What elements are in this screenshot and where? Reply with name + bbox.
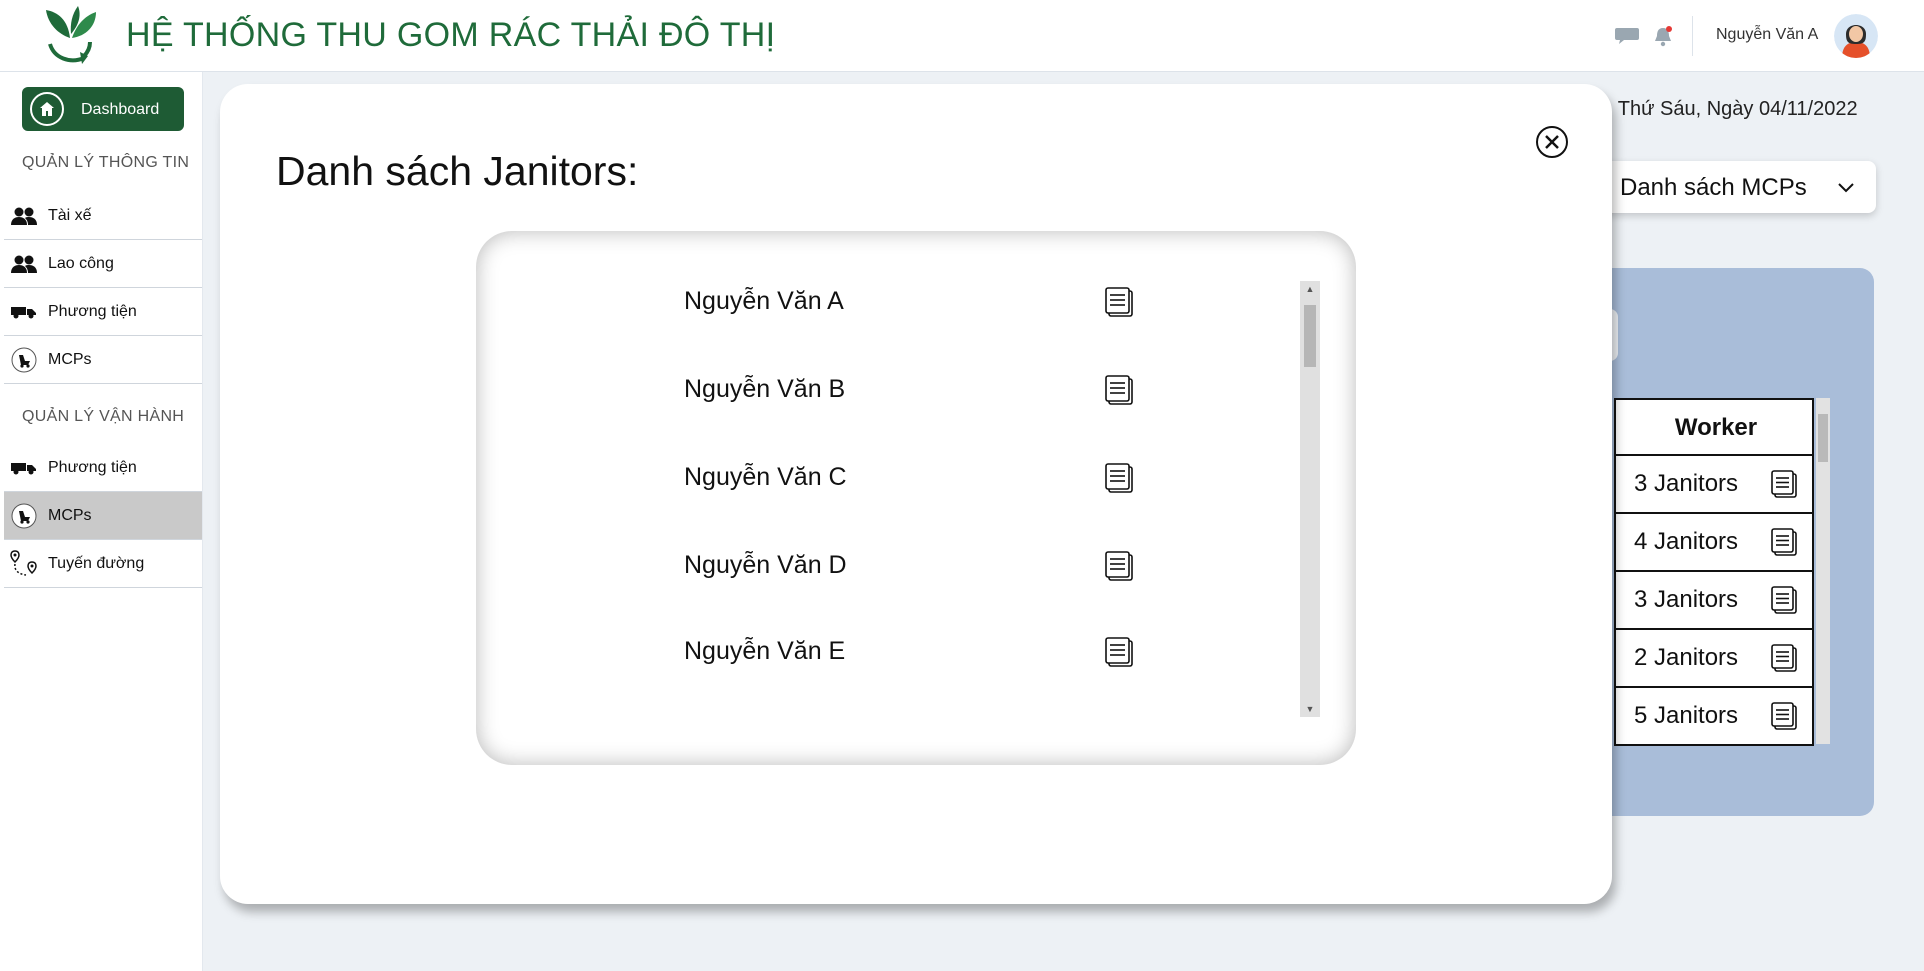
document-list-icon[interactable]	[1104, 462, 1134, 494]
route-icon	[10, 549, 38, 578]
janitor-list: Nguyễn Văn A Nguyễn Văn B Nguyễn Văn C N…	[476, 231, 1356, 765]
janitor-name: Nguyễn Văn B	[684, 375, 846, 403]
recycle-leaf-logo-icon	[46, 6, 96, 64]
sidebar-item-mcps-info[interactable]: MCPs	[4, 336, 202, 384]
sidebar-item-routes[interactable]: Tuyến đường	[4, 540, 202, 588]
sidebar-item-vehicles-info[interactable]: Phương tiện	[4, 288, 202, 336]
list-item: Nguyễn Văn A	[476, 277, 1356, 327]
users-icon	[10, 250, 38, 278]
janitor-list-modal: Danh sách Janitors: Nguyễn Văn A Nguyễn …	[220, 84, 1612, 904]
dashboard-button[interactable]: Dashboard	[22, 87, 184, 131]
chat-icon[interactable]	[1614, 26, 1640, 46]
sidebar-item-label: MCPs	[48, 350, 92, 368]
document-list-icon[interactable]	[1770, 701, 1798, 731]
home-icon	[30, 92, 64, 126]
sidebar-item-vehicles-ops[interactable]: Phương tiện	[4, 444, 202, 492]
worker-count: 4 Janitors	[1634, 528, 1739, 555]
table-row: 3 Janitors	[1614, 572, 1814, 630]
truck-icon	[10, 298, 38, 326]
worker-column-header: Worker	[1674, 414, 1758, 441]
header-divider	[1692, 16, 1693, 56]
document-list-icon[interactable]	[1104, 286, 1134, 318]
mcp-icon	[10, 502, 38, 530]
list-item: Nguyễn Văn D	[476, 541, 1356, 591]
mcp-icon	[10, 346, 38, 374]
document-list-icon[interactable]	[1104, 636, 1134, 668]
worker-count: 5 Janitors	[1634, 702, 1739, 729]
list-scrollbar[interactable]: ▲ ▼	[1300, 281, 1320, 717]
bell-icon[interactable]	[1652, 24, 1674, 48]
janitor-name: Nguyễn Văn C	[684, 463, 847, 491]
sidebar: Dashboard QUẢN LÝ THÔNG TIN Tài xế Lao c…	[0, 72, 203, 971]
section-title-ops: QUẢN LÝ VẬN HÀNH	[22, 408, 185, 425]
sidebar-item-label: Phương tiện	[48, 302, 137, 320]
close-button[interactable]	[1536, 126, 1568, 158]
document-list-icon[interactable]	[1104, 550, 1134, 582]
janitor-name: Nguyễn Văn D	[684, 551, 847, 579]
sidebar-item-label: Phương tiện	[48, 458, 137, 476]
table-scrollbar[interactable]	[1816, 398, 1830, 744]
worker-count: 3 Janitors	[1634, 586, 1739, 613]
modal-title: Danh sách Janitors:	[276, 148, 639, 194]
janitor-name: Nguyễn Văn E	[684, 637, 846, 665]
mcp-list-dropdown[interactable]: Danh sách MCPs	[1590, 161, 1876, 213]
sidebar-item-label: MCPs	[48, 506, 92, 524]
top-header: HỆ THỐNG THU GOM RÁC THẢI ĐÔ THỊ Nguyễn …	[0, 0, 1924, 72]
scroll-down-arrow-icon[interactable]: ▼	[1300, 701, 1320, 717]
scrollbar-thumb[interactable]	[1818, 414, 1828, 462]
table-row: 4 Janitors	[1614, 514, 1814, 572]
table-row: 5 Janitors	[1614, 688, 1814, 746]
list-item: Nguyễn Văn C	[476, 453, 1356, 503]
users-icon	[10, 202, 38, 230]
sidebar-item-label: Lao công	[48, 254, 114, 272]
worker-count: 2 Janitors	[1634, 644, 1739, 671]
scroll-up-arrow-icon[interactable]: ▲	[1300, 281, 1320, 297]
truck-icon	[10, 454, 38, 482]
document-list-icon[interactable]	[1770, 585, 1798, 615]
sidebar-item-label: Tài xế	[48, 206, 92, 224]
sidebar-item-mcps-ops[interactable]: MCPs	[4, 492, 202, 540]
document-list-icon[interactable]	[1770, 527, 1798, 557]
list-item: Nguyễn Văn E	[476, 627, 1356, 677]
sidebar-item-label: Tuyến đường	[48, 554, 145, 572]
sidebar-item-janitors[interactable]: Lao công	[4, 240, 202, 288]
section-title-info: QUẢN LÝ THÔNG TIN	[22, 154, 190, 171]
list-item: Nguyễn Văn B	[476, 365, 1356, 415]
dropdown-label: Danh sách MCPs	[1620, 174, 1807, 201]
worker-count: 3 Janitors	[1634, 470, 1739, 497]
user-name[interactable]: Nguyễn Văn A	[1716, 26, 1818, 44]
close-icon	[1545, 135, 1559, 149]
document-list-icon[interactable]	[1104, 374, 1134, 406]
document-list-icon[interactable]	[1770, 469, 1798, 499]
chevron-down-icon	[1838, 183, 1854, 193]
document-list-icon[interactable]	[1770, 643, 1798, 673]
janitor-name: Nguyễn Văn A	[684, 287, 844, 315]
scrollbar-thumb[interactable]	[1304, 305, 1316, 367]
table-header: Worker	[1614, 398, 1814, 456]
dashboard-label: Dashboard	[81, 101, 160, 118]
table-row: 2 Janitors	[1614, 630, 1814, 688]
avatar[interactable]	[1834, 14, 1878, 58]
app-title: HỆ THỐNG THU GOM RÁC THẢI ĐÔ THỊ	[126, 16, 776, 54]
sidebar-item-drivers[interactable]: Tài xế	[4, 192, 202, 240]
table-row: 3 Janitors	[1614, 456, 1814, 514]
date-text: , Thứ Sáu, Ngày 04/11/2022	[1607, 98, 1858, 120]
